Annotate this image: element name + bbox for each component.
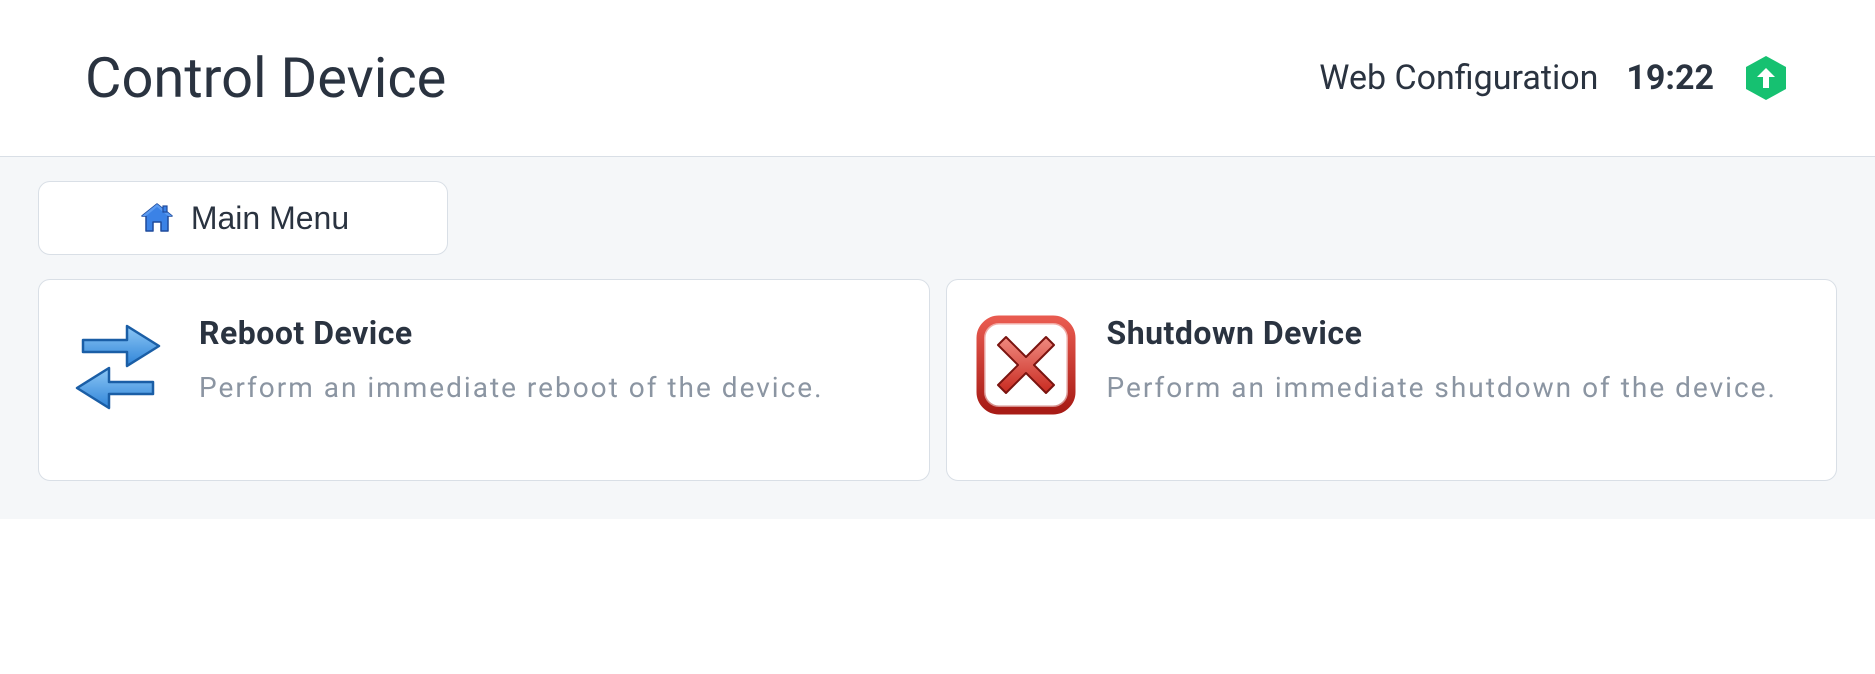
page-title: Control Device: [85, 45, 446, 111]
status-up-icon: [1742, 54, 1790, 102]
header-label: Web Configuration: [1319, 58, 1598, 98]
home-icon: [137, 198, 177, 238]
shutdown-text: Shutdown Device Perform an immediate shu…: [1107, 310, 1777, 407]
header-status: Web Configuration 19:22: [1319, 54, 1790, 102]
shutdown-desc: Perform an immediate shutdown of the dev…: [1107, 368, 1777, 407]
reboot-text: Reboot Device Perform an immediate reboo…: [199, 310, 824, 407]
shutdown-title: Shutdown Device: [1107, 314, 1777, 352]
reboot-icon: [63, 310, 173, 420]
action-cards: Reboot Device Perform an immediate reboo…: [38, 279, 1837, 481]
shutdown-card[interactable]: Shutdown Device Perform an immediate shu…: [946, 279, 1838, 481]
reboot-title: Reboot Device: [199, 314, 824, 352]
reboot-card[interactable]: Reboot Device Perform an immediate reboo…: [38, 279, 930, 481]
main-menu-button[interactable]: Main Menu: [38, 181, 448, 255]
content-area: Main Menu Reboot D: [0, 156, 1875, 519]
header-time: 19:22: [1626, 58, 1714, 98]
page-header: Control Device Web Configuration 19:22: [0, 0, 1875, 156]
reboot-desc: Perform an immediate reboot of the devic…: [199, 368, 824, 407]
shutdown-icon: [971, 310, 1081, 420]
main-menu-label: Main Menu: [191, 200, 349, 237]
